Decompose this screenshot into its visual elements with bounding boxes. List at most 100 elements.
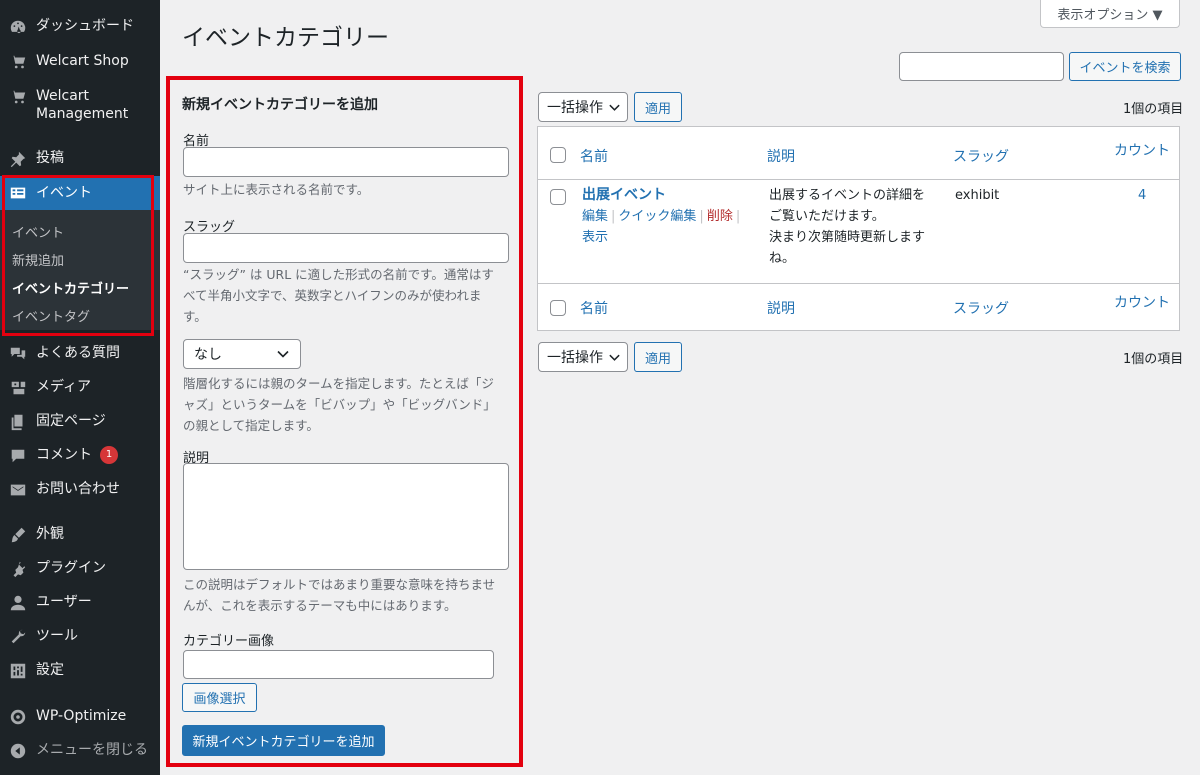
edit-link[interactable]: 編集 [582, 209, 608, 224]
collapse-icon [8, 741, 28, 761]
column-footer-slug[interactable]: スラッグ [953, 298, 1009, 318]
submenu-item-all-events[interactable]: イベント [12, 222, 64, 241]
menu-label: お問い合わせ [36, 481, 120, 497]
delete-link[interactable]: 削除 [707, 209, 733, 224]
parent-select[interactable]: なし [183, 339, 301, 369]
description-help-line: この説明はデフォルトではあまり重要な意味を持ちませ [183, 577, 496, 592]
menu-label: WP-Optimize [36, 708, 127, 724]
add-new-category-button[interactable]: 新規イベントカテゴリーを追加 [182, 725, 385, 756]
menu-item-tools[interactable]: ツール [0, 627, 160, 647]
user-icon [8, 593, 28, 613]
row-actions: 編集 | クイック編集 | 削除 | [582, 209, 741, 224]
menu-label: メディア [36, 379, 92, 395]
category-image-label: カテゴリー画像 [183, 634, 275, 649]
menu-item-welcart-shop[interactable]: Welcart Shop [0, 52, 160, 72]
menu-item-wp-optimize[interactable]: WP-Optimize [0, 707, 160, 727]
optimize-icon [8, 707, 28, 727]
menu-item-comments[interactable]: コメント 1 [0, 446, 160, 466]
column-header-slug[interactable]: スラッグ [953, 146, 1009, 166]
image-select-button[interactable]: 画像選択 [182, 683, 257, 712]
menu-item-faq[interactable]: よくある質問 [0, 344, 160, 364]
submenu-item-event-category[interactable]: イベントカテゴリー [12, 278, 129, 297]
comments-icon [8, 344, 28, 364]
column-header-description[interactable]: 説明 [767, 146, 795, 166]
menu-label: Welcart Shop [36, 53, 129, 69]
plugin-icon [8, 559, 28, 579]
menu-label: イベント [36, 185, 92, 201]
menu-item-welcart-management[interactable]: Welcart Management [0, 87, 160, 123]
slug-help: “スラッグ” は URL に適した形式の名前です。通常はす べて半角小文字で、英… [183, 264, 513, 327]
menu-item-pages[interactable]: 固定ページ [0, 412, 160, 432]
category-count-link[interactable]: 4 [1138, 185, 1146, 206]
mail-icon [8, 480, 28, 500]
settings-icon [8, 661, 28, 681]
comment-icon [8, 446, 28, 466]
apply-button-bottom[interactable]: 適用 [634, 342, 682, 372]
bulk-action-value: 一括操作 [547, 100, 603, 116]
submenu-item-event-tag[interactable]: イベントタグ [12, 306, 90, 325]
screen-options-button[interactable]: 表示オプション ▼ [1040, 0, 1180, 28]
description-line: 出展するイベントの詳細を [769, 188, 926, 203]
menu-label: 外観 [36, 526, 64, 542]
slug-help-line: “スラッグ” は URL に適した形式の名前です。通常はす [183, 267, 494, 282]
menu-label: ユーザー [36, 594, 92, 610]
description-line: 決まり次第随時更新します [769, 230, 926, 245]
column-footer-count[interactable]: カウント [1114, 292, 1170, 312]
menu-item-event[interactable]: イベント [0, 176, 160, 210]
submenu-item-add-new[interactable]: 新規追加 [12, 250, 64, 269]
category-slug: exhibit [955, 188, 1000, 203]
menu-item-contact[interactable]: お問い合わせ [0, 480, 160, 500]
menu-label: メニューを閉じる [36, 742, 148, 758]
admin-sidebar: ダッシュボード Welcart Shop Welcart Management … [0, 0, 160, 775]
category-list-table: 名前 説明 スラッグ カウント 出展イベント 編集 | クイック編集 | 削除 | 表示 … [537, 126, 1180, 331]
menu-item-plugins[interactable]: プラグイン [0, 559, 160, 579]
category-name-link[interactable]: 出展イベント [582, 185, 666, 206]
column-footer-description[interactable]: 説明 [767, 298, 795, 318]
cart-icon [8, 87, 28, 107]
select-all-checkbox[interactable] [550, 147, 566, 163]
column-header-count[interactable]: カウント [1114, 140, 1170, 160]
description-textarea[interactable] [183, 463, 509, 570]
add-category-form-highlight: 新規イベントカテゴリーを追加 名前 サイト上に表示される名前です。 スラッグ “… [166, 76, 523, 767]
description-help: この説明はデフォルトではあまり重要な意味を持ちませ んが、これを表示するテーマも… [183, 574, 513, 616]
parent-help: 階層化するには親のタームを指定します。たとえば「ジ ャズ」というタームを「ビバッ… [183, 373, 513, 436]
menu-item-dashboard[interactable]: ダッシュボード [0, 17, 160, 37]
menu-label: 投稿 [36, 150, 64, 166]
menu-label: よくある質問 [36, 345, 120, 361]
category-image-input[interactable] [183, 650, 494, 679]
chevron-down-icon [277, 350, 289, 358]
column-footer-name[interactable]: 名前 [580, 298, 608, 318]
cart-icon [8, 52, 28, 72]
chevron-down-icon [609, 104, 620, 111]
quick-edit-link[interactable]: クイック編集 [618, 209, 696, 224]
menu-item-users[interactable]: ユーザー [0, 593, 160, 613]
menu-item-media[interactable]: メディア [0, 378, 160, 398]
collapse-menu-button[interactable]: メニューを閉じる [0, 741, 160, 761]
parent-help-line: ャズ」というタームを「ビバップ」や「ビッグバンド」 [183, 397, 496, 412]
view-link[interactable]: 表示 [582, 227, 608, 248]
wrench-icon [8, 627, 28, 647]
column-header-name[interactable]: 名前 [580, 146, 608, 166]
description-line: ご覧いただけます。 [769, 209, 885, 224]
bulk-action-select-bottom[interactable]: 一括操作 [538, 342, 628, 372]
select-all-checkbox-bottom[interactable] [550, 300, 566, 316]
search-button[interactable]: イベントを検索 [1069, 52, 1181, 81]
menu-item-appearance[interactable]: 外観 [0, 525, 160, 545]
name-input[interactable] [183, 147, 509, 177]
parent-help-line: の親として指定します。 [183, 418, 319, 433]
menu-item-posts[interactable]: 投稿 [0, 149, 160, 169]
media-icon [8, 378, 28, 398]
menu-label: コメント [36, 447, 92, 463]
page-title: イベントカテゴリー [182, 25, 389, 51]
bulk-action-value: 一括操作 [547, 350, 603, 366]
menu-label: 設定 [36, 662, 64, 678]
row-checkbox[interactable] [550, 189, 566, 205]
search-input[interactable] [899, 52, 1064, 81]
apply-button-top[interactable]: 適用 [634, 92, 682, 122]
menu-item-settings[interactable]: 設定 [0, 661, 160, 681]
page-icon [8, 412, 28, 432]
bulk-action-select-top[interactable]: 一括操作 [538, 92, 628, 122]
parent-help-line: 階層化するには親のタームを指定します。たとえば「ジ [183, 376, 494, 391]
category-description: 出展するイベントの詳細を ご覧いただけます。 決まり次第随時更新します ね。 [769, 185, 944, 269]
slug-input[interactable] [183, 233, 509, 263]
